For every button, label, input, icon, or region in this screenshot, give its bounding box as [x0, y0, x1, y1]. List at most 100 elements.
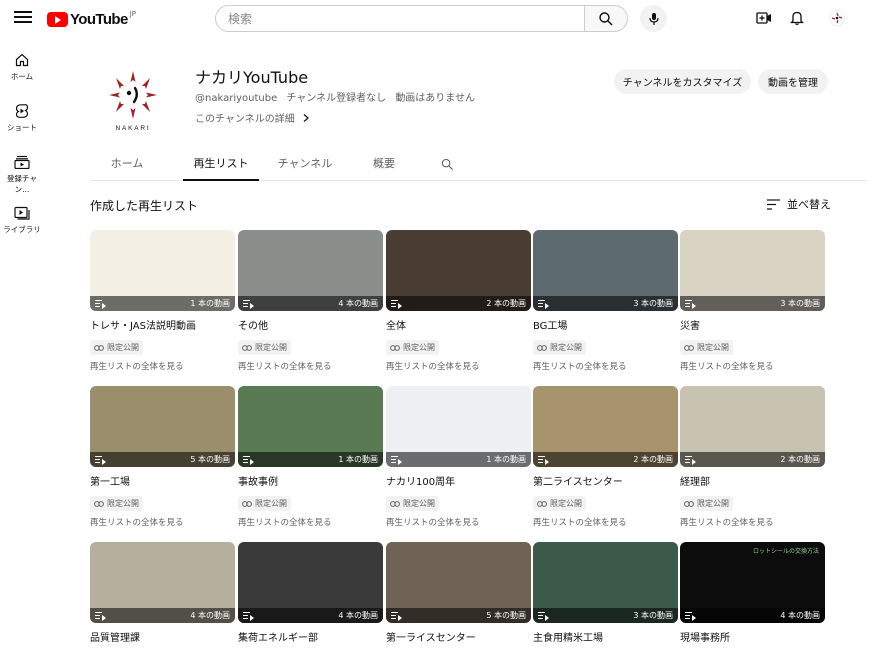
account-avatar[interactable]	[828, 9, 846, 27]
view-full-playlist-link[interactable]: 再生リストの全体を見る	[680, 360, 825, 372]
playlist-thumbnail[interactable]: 3 本の動画	[680, 230, 825, 311]
rail-item-subscriptions[interactable]: 登録チャン...	[0, 154, 44, 195]
link-icon	[242, 500, 252, 507]
view-full-playlist-link[interactable]: 再生リストの全体を見る	[533, 360, 678, 372]
playlist-card[interactable]: ロットシールの交換方法 4 本の動画現場事務所	[680, 542, 825, 644]
rail-item-shorts[interactable]: ショート	[0, 103, 44, 133]
playlist-title[interactable]: 第二ライスセンター	[533, 473, 678, 488]
voice-search-button[interactable]	[640, 5, 667, 32]
bell-icon	[790, 11, 804, 26]
playlist-thumbnail[interactable]: 2 本の動画	[533, 386, 678, 467]
playlist-icon	[243, 455, 254, 465]
playlist-card[interactable]: 2 本の動画 経理部 限定公開 再生リストの全体を見る	[680, 386, 825, 528]
visibility-label: 限定公開	[697, 343, 729, 352]
playlist-card[interactable]: 4 本の動画品質管理課	[90, 542, 235, 644]
playlist-thumbnail[interactable]: 5 本の動画	[386, 542, 531, 623]
playlist-title[interactable]: 主食用精米工場	[533, 629, 678, 644]
tab-home[interactable]: ホーム	[90, 154, 164, 181]
view-full-playlist-link[interactable]: 再生リストの全体を見る	[238, 516, 383, 528]
thumbnail-overlay: 1 本の動画	[386, 452, 531, 467]
playlist-title[interactable]: 第一工場	[90, 473, 235, 488]
home-icon	[15, 53, 29, 67]
tab-search[interactable]	[436, 154, 458, 181]
channel-avatar[interactable]: NAKARI	[104, 69, 162, 133]
playlist-thumbnail[interactable]: 3 本の動画	[533, 542, 678, 623]
tab-about[interactable]: 概要	[356, 154, 412, 181]
youtube-logo[interactable]: YouTube JP	[47, 10, 136, 28]
view-full-playlist-link[interactable]: 再生リストの全体を見る	[90, 516, 235, 528]
playlist-thumbnail[interactable]: 4 本の動画	[90, 542, 235, 623]
playlist-title[interactable]: 経理部	[680, 473, 825, 488]
playlist-title[interactable]: 集荷エネルギー部	[238, 629, 383, 644]
playlist-card[interactable]: 3 本の動画 災害限定公開再生リストの全体を見る	[680, 230, 825, 372]
playlist-card[interactable]: 4 本の動画集荷エネルギー部	[238, 542, 383, 644]
playlist-card[interactable]: 5 本の動画 第一工場限定公開再生リストの全体を見る	[90, 386, 235, 528]
view-full-playlist-link[interactable]: 再生リストの全体を見る	[680, 516, 825, 528]
playlist-title[interactable]: 全体	[386, 317, 531, 332]
channel-details-link[interactable]: このチャンネルの詳細	[195, 110, 311, 125]
top-header: YouTube JP 検索	[0, 0, 871, 38]
playlist-card[interactable]: 1 本の動画事故事例限定公開再生リストの全体を見る	[238, 386, 383, 528]
video-count: 5 本の動画	[486, 611, 526, 620]
playlist-title[interactable]: 品質管理課	[90, 629, 235, 644]
playlist-title[interactable]: 災害	[680, 317, 825, 332]
logo-text: YouTube	[70, 10, 128, 28]
playlist-thumbnail[interactable]: 2 本の動画	[386, 230, 531, 311]
thumbnail-overlay: 5 本の動画	[90, 452, 235, 467]
section-title: 作成した再生リスト	[90, 199, 199, 213]
playlist-title[interactable]: ナカリ100周年	[386, 473, 531, 488]
playlist-thumbnail[interactable]: 2 本の動画	[680, 386, 825, 467]
playlist-title[interactable]: 現場事務所	[680, 629, 825, 644]
create-button[interactable]	[755, 9, 773, 27]
shorts-icon	[15, 104, 29, 118]
playlist-card[interactable]: 3 本の動画主食用精米工場	[533, 542, 678, 644]
view-full-playlist-link[interactable]: 再生リストの全体を見る	[386, 516, 531, 528]
view-full-playlist-link[interactable]: 再生リストの全体を見る	[90, 360, 235, 372]
visibility-badge: 限定公開	[90, 496, 143, 511]
manage-videos-button[interactable]: 動画を管理	[758, 69, 828, 94]
playlist-thumbnail[interactable]: 3 本の動画	[533, 230, 678, 311]
logo-country: JP	[129, 10, 137, 18]
thumbnail-overlay: 1 本の動画	[90, 296, 235, 311]
thumbnail-overlay: 3 本の動画	[680, 296, 825, 311]
video-count: 2 本の動画	[633, 455, 673, 464]
playlist-title[interactable]: 第一ライスセンター	[386, 629, 531, 644]
tab-channels[interactable]: チャンネル	[270, 154, 340, 181]
sort-button[interactable]: 並べ替え	[767, 196, 831, 212]
search-input[interactable]: 検索	[215, 5, 585, 32]
view-full-playlist-link[interactable]: 再生リストの全体を見る	[533, 516, 678, 528]
view-full-playlist-link[interactable]: 再生リストの全体を見る	[386, 360, 531, 372]
thumbnail-overlay: 4 本の動画	[238, 296, 383, 311]
playlist-card[interactable]: 3 本の動画 BG工場限定公開再生リストの全体を見る	[533, 230, 678, 372]
visibility-badge: 限定公開	[238, 496, 291, 511]
create-video-icon	[756, 12, 771, 24]
playlist-thumbnail[interactable]: 4 本の動画	[238, 542, 383, 623]
rail-item-home[interactable]: ホーム	[0, 52, 44, 82]
playlist-title[interactable]: 事故事例	[238, 473, 383, 488]
notifications-button[interactable]	[788, 9, 806, 27]
link-icon	[242, 344, 252, 351]
rail-item-library[interactable]: ライブラリ	[0, 205, 44, 235]
playlist-thumbnail[interactable]: 1 本の動画	[386, 386, 531, 467]
playlist-thumbnail[interactable]: 5 本の動画	[90, 386, 235, 467]
playlist-card[interactable]: 5 本の動画第一ライスセンター	[386, 542, 531, 644]
playlist-title[interactable]: トレサ・JAS法説明動画	[90, 317, 235, 332]
video-count: 4 本の動画	[190, 611, 230, 620]
playlist-thumbnail[interactable]: 1 本の動画	[238, 386, 383, 467]
playlist-card[interactable]: 1 本の動画 ナカリ100周年 限定公開 再生リストの全体を見る	[386, 386, 531, 528]
visibility-label: 限定公開	[550, 343, 582, 352]
playlist-card[interactable]: 1 本の動画 トレサ・JAS法説明動画 限定公開 再生リストの全体を見る	[90, 230, 235, 372]
search-button[interactable]	[585, 5, 628, 32]
playlist-card[interactable]: 2 本の動画 全体 限定公開 再生リストの全体を見る	[386, 230, 531, 372]
playlist-card[interactable]: 4 本の動画 その他 限定公開 再生リストの全体を見る	[238, 230, 383, 372]
view-full-playlist-link[interactable]: 再生リストの全体を見る	[238, 360, 383, 372]
menu-icon[interactable]	[12, 8, 34, 28]
tab-playlists[interactable]: 再生リスト	[183, 154, 259, 181]
playlist-thumbnail[interactable]: 4 本の動画	[238, 230, 383, 311]
playlist-thumbnail[interactable]: 1 本の動画	[90, 230, 235, 311]
playlist-thumbnail[interactable]: ロットシールの交換方法 4 本の動画	[680, 542, 825, 623]
playlist-title[interactable]: BG工場	[533, 317, 678, 332]
playlist-card[interactable]: 2 本の動画 第二ライスセンター 限定公開 再生リストの全体を見る	[533, 386, 678, 528]
playlist-title[interactable]: その他	[238, 317, 383, 332]
customize-channel-button[interactable]: チャンネルをカスタマイズ	[614, 69, 751, 94]
